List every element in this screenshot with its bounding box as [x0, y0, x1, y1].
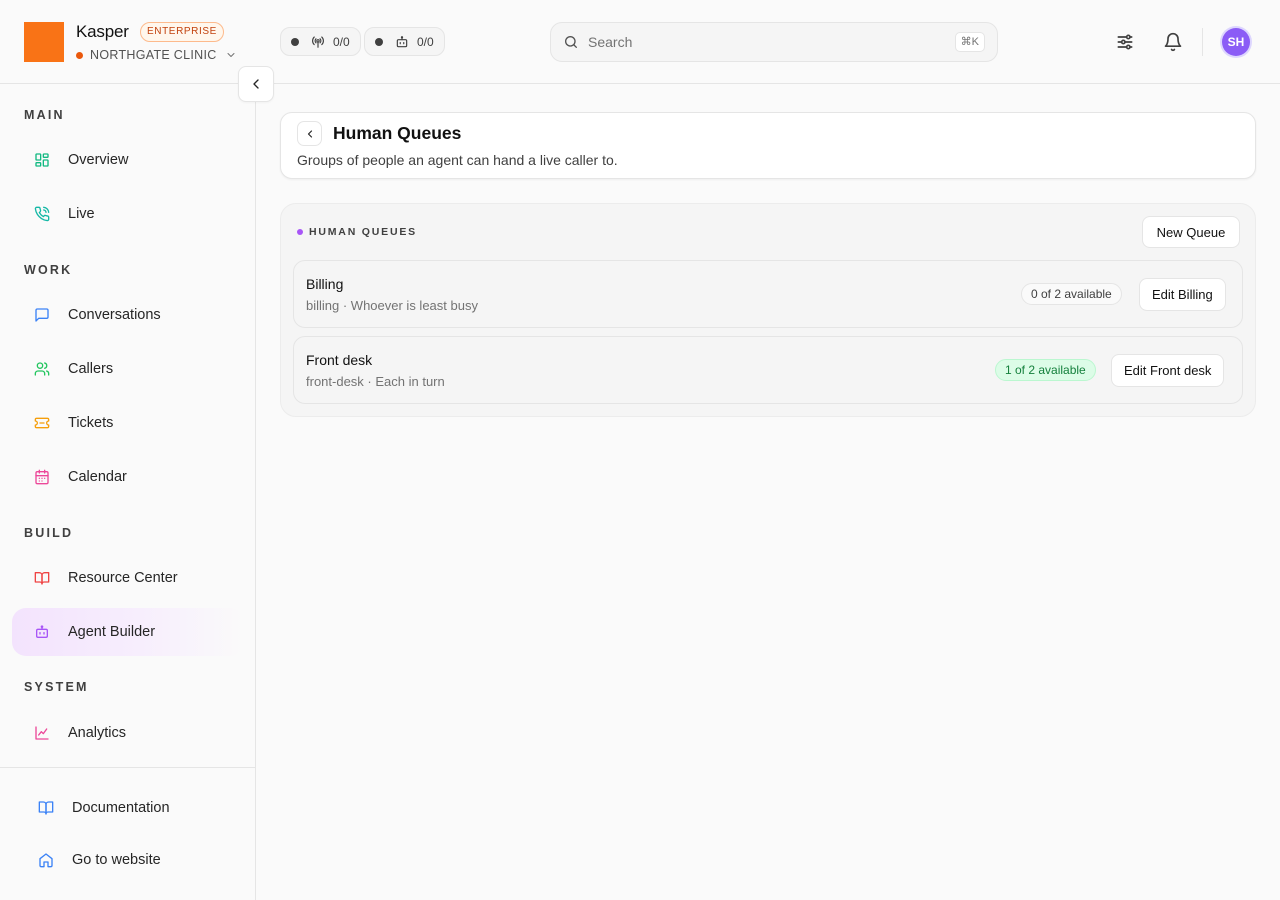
sidebar-item-label: Tickets — [68, 415, 114, 431]
app-name: Kasper — [76, 22, 129, 41]
avatar[interactable]: SH — [1222, 28, 1250, 56]
documentation-link[interactable]: Documentation — [38, 796, 170, 820]
sliders-icon — [1117, 34, 1133, 50]
sidebar-item-label: Live — [68, 206, 95, 222]
sidebar-item-analytics[interactable]: Analytics — [12, 709, 244, 757]
availability-badge: 1 of 2 available — [995, 359, 1096, 381]
broadcast-icon — [312, 35, 324, 48]
live-calls-stat[interactable]: 0/0 — [280, 27, 361, 56]
sidebar-item-label: Resource Center — [68, 570, 178, 586]
queue-meta: billing · Whoever is least busy — [306, 298, 478, 313]
chevron-down-icon — [227, 53, 235, 57]
sidebar-item-label: Callers — [68, 361, 114, 377]
edit-front-desk-button[interactable]: Edit Front desk — [1111, 354, 1225, 387]
agents-count: 0/0 — [417, 34, 434, 49]
grid-icon — [35, 153, 49, 167]
search-shortcut-hint: ⌘K — [954, 32, 985, 52]
page-title: Human Queues — [333, 123, 462, 143]
status-dot — [375, 37, 383, 46]
availability-badge: 0 of 2 available — [1021, 283, 1122, 305]
org-status-dot — [76, 51, 83, 59]
human-queues-panel: HUMAN QUEUES New Queue Billing billing ·… — [280, 203, 1256, 417]
search-bar[interactable]: ⌘K — [550, 22, 998, 62]
ticket-icon — [34, 417, 50, 429]
home-icon — [39, 853, 53, 868]
book-icon — [34, 572, 50, 585]
users-icon — [34, 362, 50, 376]
section-label-main: MAIN — [24, 108, 65, 122]
bot-icon — [396, 35, 408, 47]
sidebar-item-tickets[interactable]: Tickets — [12, 399, 244, 447]
chart-icon — [35, 726, 49, 740]
sidebar-item-overview[interactable]: Overview — [12, 136, 244, 184]
queue-row-front-desk[interactable]: Front desk front-desk · Each in turn 1 o… — [293, 336, 1243, 404]
sidebar-item-live[interactable]: Live — [12, 190, 244, 238]
phone-icon — [34, 206, 50, 222]
sidebar-item-calendar[interactable]: Calendar — [12, 453, 244, 501]
search-icon — [565, 36, 577, 48]
sidebar: MAIN Overview Live WORK Conversations Ca… — [0, 84, 256, 900]
sidebar-item-conversations[interactable]: Conversations — [12, 291, 244, 339]
sidebar-divider — [0, 767, 256, 768]
website-link[interactable]: Go to website — [38, 848, 161, 872]
top-header: Kasper ENTERPRISE NORTHGATE CLINIC 0/0 0… — [0, 0, 1280, 84]
new-queue-button[interactable]: New Queue — [1142, 216, 1240, 248]
sidebar-item-label: Agent Builder — [68, 624, 156, 640]
queue-name: Billing — [306, 276, 344, 292]
agents-stat[interactable]: 0/0 — [364, 27, 445, 56]
plan-badge: ENTERPRISE — [140, 22, 224, 42]
sidebar-item-callers[interactable]: Callers — [12, 345, 244, 393]
queue-name: Front desk — [306, 352, 373, 368]
bell-icon — [1164, 32, 1182, 52]
notifications-button[interactable] — [1161, 30, 1185, 54]
filters-button[interactable] — [1113, 30, 1137, 54]
queue-meta: front-desk · Each in turn — [306, 374, 445, 389]
section-label-system: SYSTEM — [24, 680, 89, 694]
page-subtitle: Groups of people an agent can hand a liv… — [297, 152, 618, 168]
status-dot — [291, 37, 299, 46]
sidebar-item-agent-builder[interactable]: Agent Builder — [12, 608, 244, 656]
book-open-icon — [38, 801, 54, 815]
section-label-work: WORK — [24, 263, 73, 277]
back-button[interactable] — [297, 121, 322, 146]
edit-billing-button[interactable]: Edit Billing — [1139, 278, 1226, 311]
header-divider — [1202, 28, 1203, 56]
app-logo[interactable] — [24, 22, 64, 62]
sidebar-item-label: Analytics — [68, 725, 127, 741]
chevron-left-icon — [307, 129, 312, 138]
org-switcher[interactable]: NORTHGATE CLINIC — [76, 47, 237, 63]
chat-icon — [35, 308, 49, 322]
sidebar-item-resource-center[interactable]: Resource Center — [12, 554, 244, 602]
calendar-icon — [35, 469, 49, 485]
website-label: Go to website — [72, 852, 161, 868]
chevron-left-icon — [253, 79, 259, 89]
sidebar-collapse-button[interactable] — [238, 66, 274, 102]
sidebar-item-label: Calendar — [68, 469, 127, 485]
documentation-label: Documentation — [72, 800, 170, 816]
panel-label: HUMAN QUEUES — [309, 226, 417, 238]
section-label-build: BUILD — [24, 526, 74, 540]
live-calls-count: 0/0 — [333, 34, 350, 49]
sidebar-item-label: Overview — [68, 152, 129, 168]
bot-icon — [36, 625, 48, 638]
queue-row-billing[interactable]: Billing billing · Whoever is least busy … — [293, 260, 1243, 328]
search-input[interactable] — [588, 34, 955, 50]
page-header-card: Human Queues Groups of people an agent c… — [280, 112, 1256, 179]
sidebar-item-label: Conversations — [68, 307, 161, 323]
section-dot — [297, 229, 303, 235]
org-name: NORTHGATE CLINIC — [90, 48, 217, 62]
